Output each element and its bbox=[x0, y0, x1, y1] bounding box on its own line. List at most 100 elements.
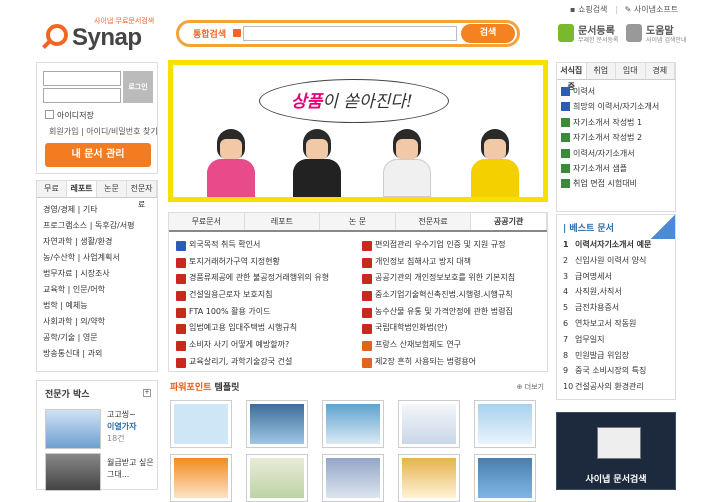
list-item[interactable]: 외국목적 취득 확인서 bbox=[175, 237, 361, 254]
list-item[interactable]: 자기소개서 작성법 1 bbox=[561, 115, 671, 130]
list-item[interactable]: 임법예고용 임대주택법 시행규칙 bbox=[175, 320, 361, 337]
list-item[interactable]: 5 금전차용증서 bbox=[563, 300, 651, 316]
synapsoft-link[interactable]: ✎ 사이냅소프트 bbox=[625, 5, 682, 14]
category-item[interactable]: 공학/기술 | 영문 bbox=[43, 330, 151, 346]
account-links[interactable]: 회원가입 | 아이디/비밀번호 찾기 bbox=[49, 126, 158, 137]
category-item[interactable]: 교육학 | 인문/어학 bbox=[43, 282, 151, 298]
expert-line[interactable]: 고고씽~ bbox=[107, 409, 136, 420]
tab-reports[interactable]: 레포트 bbox=[244, 213, 321, 230]
list-item[interactable]: 경품류제공에 관한 불공정거래행위의 유형 bbox=[175, 270, 361, 287]
template-thumbnail[interactable] bbox=[474, 400, 536, 448]
tab-professional[interactable]: 전문자료 bbox=[395, 213, 472, 230]
list-item[interactable]: 소비자 사기 어떻게 예방할까? bbox=[175, 337, 361, 354]
category-item[interactable]: 농/수산학 | 사업계획서 bbox=[43, 250, 151, 266]
template-thumbnail[interactable] bbox=[322, 454, 384, 502]
synap-ad-banner[interactable]: 사이냅 문서검색 bbox=[556, 412, 676, 490]
template-thumbnail[interactable] bbox=[398, 454, 460, 502]
list-item[interactable]: 중소기업기술혁신촉진법.시행령.시행규칙 bbox=[361, 287, 547, 304]
login-button[interactable]: 로그인 bbox=[123, 71, 153, 103]
list-item[interactable]: 건설일용근로자 보호지침 bbox=[175, 287, 361, 304]
expert-name[interactable]: 이열가자 bbox=[107, 421, 136, 432]
banner-text: 상품이 쏟아진다! bbox=[291, 92, 413, 112]
category-item[interactable]: 법무자료 | 시장조사 bbox=[43, 266, 151, 282]
more-link[interactable]: ⊕ 더보기 bbox=[517, 382, 544, 392]
list-item[interactable]: 6 연차보고서 작동원 bbox=[563, 316, 651, 332]
list-item[interactable]: 이력서/자기소개서 bbox=[561, 146, 671, 161]
chevron-down-icon[interactable] bbox=[233, 29, 241, 37]
tab-free[interactable]: 무료 bbox=[37, 181, 67, 197]
tab-forms[interactable]: 서식집중 bbox=[557, 63, 587, 91]
tab-thesis[interactable]: 논 문 bbox=[320, 213, 396, 230]
document-list-panel: 무료문서 레포트 논 문 전문자료 공공기관 외국목적 취득 확인서 토지거래허… bbox=[168, 212, 548, 372]
list-item[interactable]: 농수산물 유통 및 가격안정에 관한 법령집 bbox=[361, 304, 547, 321]
list-item[interactable]: 3 급여명세서 bbox=[563, 269, 651, 285]
password-input[interactable] bbox=[43, 88, 121, 103]
category-item[interactable]: 자연과학 | 생활/환경 bbox=[43, 234, 151, 250]
list-item[interactable]: 1 이력서자기소개서 예문 bbox=[563, 237, 651, 253]
template-thumbnail[interactable] bbox=[322, 400, 384, 448]
shopping-search-link[interactable]: ▪ 쇼핑검색 bbox=[570, 5, 611, 14]
category-item[interactable]: 경영/경제 | 기타 bbox=[43, 202, 151, 218]
category-item[interactable]: 사회과학 | 의/약학 bbox=[43, 314, 151, 330]
my-docs-button[interactable]: 내 문서 관리 bbox=[45, 143, 151, 167]
search-scope-select[interactable]: 통합검색 bbox=[193, 27, 226, 40]
expert-thumbnail[interactable] bbox=[45, 453, 101, 491]
list-item[interactable]: 토지거래허가구역 지정현황 bbox=[175, 254, 361, 271]
hwp-icon bbox=[561, 148, 570, 158]
list-item[interactable]: 제2장 흔히 사용되는 법령용어 bbox=[361, 354, 547, 371]
ppt-icon bbox=[362, 341, 372, 352]
list-item[interactable]: FTA 100% 활용 가이드 bbox=[175, 304, 361, 321]
list-item[interactable]: 이력서 bbox=[561, 84, 671, 99]
pdf-icon bbox=[362, 274, 372, 285]
doc-register-button[interactable]: 문서등록 무제한 문서등록 bbox=[558, 22, 619, 46]
tab-thesis[interactable]: 논문 bbox=[97, 181, 127, 197]
list-item[interactable]: 개인정보 침해사고 방지 대책 bbox=[361, 254, 547, 271]
list-item[interactable]: 취업 면접 시험대비 bbox=[561, 176, 671, 191]
list-item[interactable]: 10 건설공사의 환경관리 bbox=[563, 379, 651, 395]
username-input[interactable] bbox=[43, 71, 121, 86]
list-item[interactable]: 교육살리기, 과학기술강국 건설 bbox=[175, 354, 361, 371]
list-item[interactable]: 7 업무일지 bbox=[563, 332, 651, 348]
list-item[interactable]: 자기소개서 샘플 bbox=[561, 161, 671, 176]
list-item[interactable]: 공공기관의 개인정보보호를 위한 기본지침 bbox=[361, 270, 547, 287]
tab-lease[interactable]: 임대 bbox=[616, 63, 646, 79]
expert-thumbnail[interactable] bbox=[45, 409, 101, 449]
list-item[interactable]: 8 민원발급 위임장 bbox=[563, 348, 651, 364]
list-item[interactable]: 프랑스 산재보험제도 연구 bbox=[361, 337, 547, 354]
doc-list-right: 편의점관리 우수기업 인증 및 지원 규정 개인정보 침해사고 방지 대책 공공… bbox=[361, 237, 547, 371]
search-input[interactable] bbox=[243, 26, 457, 41]
category-item[interactable]: 법학 | 예체능 bbox=[43, 298, 151, 314]
template-thumbnail[interactable] bbox=[170, 454, 232, 502]
list-item[interactable]: 4 사직원,사직서 bbox=[563, 284, 651, 300]
template-thumbnail[interactable] bbox=[246, 400, 308, 448]
list-item[interactable]: 희망의 이력서/자기소개서 bbox=[561, 99, 671, 114]
list-item[interactable]: 국립대학법인화법(안) bbox=[361, 320, 547, 337]
tab-public-agency[interactable]: 공공기관 bbox=[471, 213, 547, 230]
tab-free-docs[interactable]: 무료문서 bbox=[169, 213, 245, 230]
category-item[interactable]: 프로그램소스 | 독후감/서평 bbox=[43, 218, 151, 234]
list-item[interactable]: 편의점관리 우수기업 인증 및 지원 규정 bbox=[361, 237, 547, 254]
tab-jobs[interactable]: 취업 bbox=[586, 63, 616, 79]
category-item[interactable]: 방송통신대 | 과외 bbox=[43, 346, 151, 362]
help-button[interactable]: 도움말 사이냅 검색안내 bbox=[626, 22, 687, 46]
hwp-icon bbox=[561, 163, 570, 173]
list-item[interactable]: 자기소개서 작성법 2 bbox=[561, 130, 671, 145]
more-icon[interactable]: + bbox=[143, 389, 151, 397]
tab-report[interactable]: 레포트 bbox=[67, 181, 97, 197]
save-id-checkbox[interactable] bbox=[45, 110, 54, 119]
template-thumbnail[interactable] bbox=[474, 454, 536, 502]
template-thumbnail[interactable] bbox=[246, 454, 308, 502]
logo-name: Synap bbox=[72, 24, 142, 51]
template-thumbnail[interactable] bbox=[398, 400, 460, 448]
expert-line[interactable]: 그대... bbox=[107, 469, 129, 480]
tab-economy[interactable]: 경제 bbox=[645, 63, 675, 79]
expert-line[interactable]: 월급받고 싶은 bbox=[107, 457, 154, 468]
site-logo[interactable]: 사이냅 무료문서검색 Synap bbox=[44, 10, 154, 52]
promo-banner[interactable]: 상품이 쏟아진다! bbox=[168, 60, 548, 202]
template-thumbnail[interactable] bbox=[170, 400, 232, 448]
search-button[interactable]: 검색 bbox=[461, 24, 515, 43]
list-item[interactable]: 9 중국 소비시장의 특징 bbox=[563, 363, 651, 379]
list-item[interactable]: 2 신입사원 이력서 양식 bbox=[563, 253, 651, 269]
tab-professional[interactable]: 전문자료 bbox=[127, 181, 157, 209]
pdf-icon bbox=[176, 307, 186, 318]
